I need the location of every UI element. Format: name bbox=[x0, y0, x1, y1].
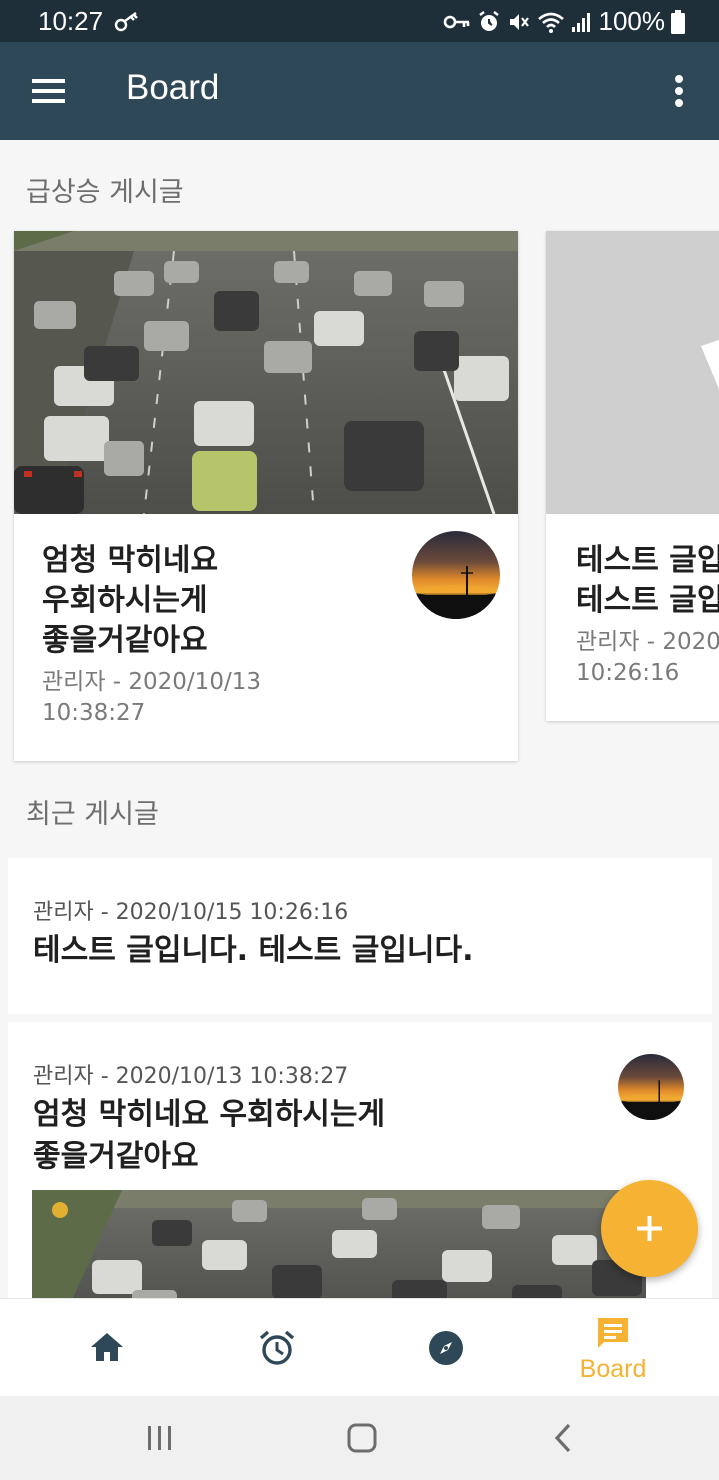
trending-post-title: 엄청 막히네요 우회하시는게 좋을거같아요 bbox=[42, 543, 219, 658]
nav-alarm[interactable] bbox=[216, 1299, 336, 1397]
plus-icon bbox=[637, 1216, 662, 1241]
mute-icon bbox=[507, 10, 531, 34]
system-navigation bbox=[0, 1396, 719, 1480]
trending-section-title: 급상승 게시글 bbox=[26, 177, 184, 208]
more-vertical-icon[interactable] bbox=[659, 70, 699, 112]
status-bar: 10:27 100% bbox=[0, 0, 719, 42]
nav-board[interactable]: Board bbox=[553, 1299, 673, 1397]
compass-icon bbox=[429, 1331, 463, 1365]
trending-card[interactable]: 엄청 막히네요 우회하시는게 좋을거같아요 관리자 - 2020/10/13 1… bbox=[14, 231, 518, 761]
recent-post-title: 엄청 막히네요 우회하시는게 좋을거같아요 bbox=[33, 1097, 386, 1174]
traffic-photo bbox=[14, 231, 518, 514]
trending-card[interactable]: 테스트 글입 테스트 글입 관리자 - 2020 10:26:16 bbox=[546, 231, 719, 721]
app-bar: Board bbox=[0, 42, 719, 140]
trending-post-meta: 관리자 - 2020 10:26:16 bbox=[576, 629, 719, 686]
nav-board-label: Board bbox=[579, 1355, 647, 1383]
nav-home[interactable] bbox=[47, 1299, 167, 1397]
home-button-icon[interactable] bbox=[340, 1418, 384, 1458]
recent-post-meta: 관리자 - 2020/10/13 10:38:27 bbox=[33, 1064, 349, 1089]
recent-section-title: 최근 게시글 bbox=[26, 799, 159, 830]
traffic-photo bbox=[32, 1190, 646, 1298]
alarm-status-icon bbox=[477, 10, 501, 34]
trending-card-text: 엄청 막히네요 우회하시는게 좋을거같아요 관리자 - 2020/10/13 1… bbox=[42, 541, 402, 729]
status-icons: 100% bbox=[443, 6, 685, 37]
recent-post-meta: 관리자 - 2020/10/15 10:26:16 bbox=[33, 900, 349, 925]
board-chat-icon bbox=[598, 1318, 628, 1348]
back-icon[interactable] bbox=[542, 1418, 586, 1458]
add-post-button[interactable] bbox=[601, 1180, 698, 1277]
signal-icon bbox=[571, 11, 593, 33]
key-icon bbox=[114, 10, 140, 36]
status-time: 10:27 bbox=[38, 6, 104, 36]
bottom-navigation: Board bbox=[0, 1298, 719, 1396]
placeholder-image bbox=[546, 231, 719, 514]
wifi-icon bbox=[537, 10, 565, 34]
recent-post-title: 테스트 글입니다. 테스트 글입니다. bbox=[33, 933, 474, 968]
battery-icon bbox=[671, 9, 685, 34]
page-title: Board bbox=[126, 68, 220, 107]
sunset-avatar bbox=[618, 1054, 684, 1120]
alarm-icon bbox=[259, 1330, 295, 1365]
recent-apps-icon[interactable] bbox=[138, 1418, 182, 1458]
hamburger-menu-icon[interactable] bbox=[26, 70, 72, 112]
nav-explore[interactable] bbox=[385, 1299, 505, 1397]
recent-post-card[interactable]: 관리자 - 2020/10/15 10:26:16 테스트 글입니다. 테스트 … bbox=[8, 858, 712, 1014]
board-content[interactable]: 급상승 게시글 엄청 막히네요 우회하시는게 좋을거같아요 관리자 - 2020… bbox=[0, 140, 719, 1298]
trending-post-title: 테스트 글입 테스트 글입 bbox=[576, 543, 719, 618]
sunset-avatar bbox=[412, 531, 500, 619]
home-icon bbox=[91, 1333, 123, 1361]
trending-post-meta: 관리자 - 2020/10/13 10:38:27 bbox=[42, 669, 261, 726]
battery-percent: 100% bbox=[598, 6, 666, 36]
vpn-key-icon bbox=[443, 12, 471, 32]
trending-card-text: 테스트 글입 테스트 글입 관리자 - 2020 10:26:16 bbox=[576, 541, 719, 689]
